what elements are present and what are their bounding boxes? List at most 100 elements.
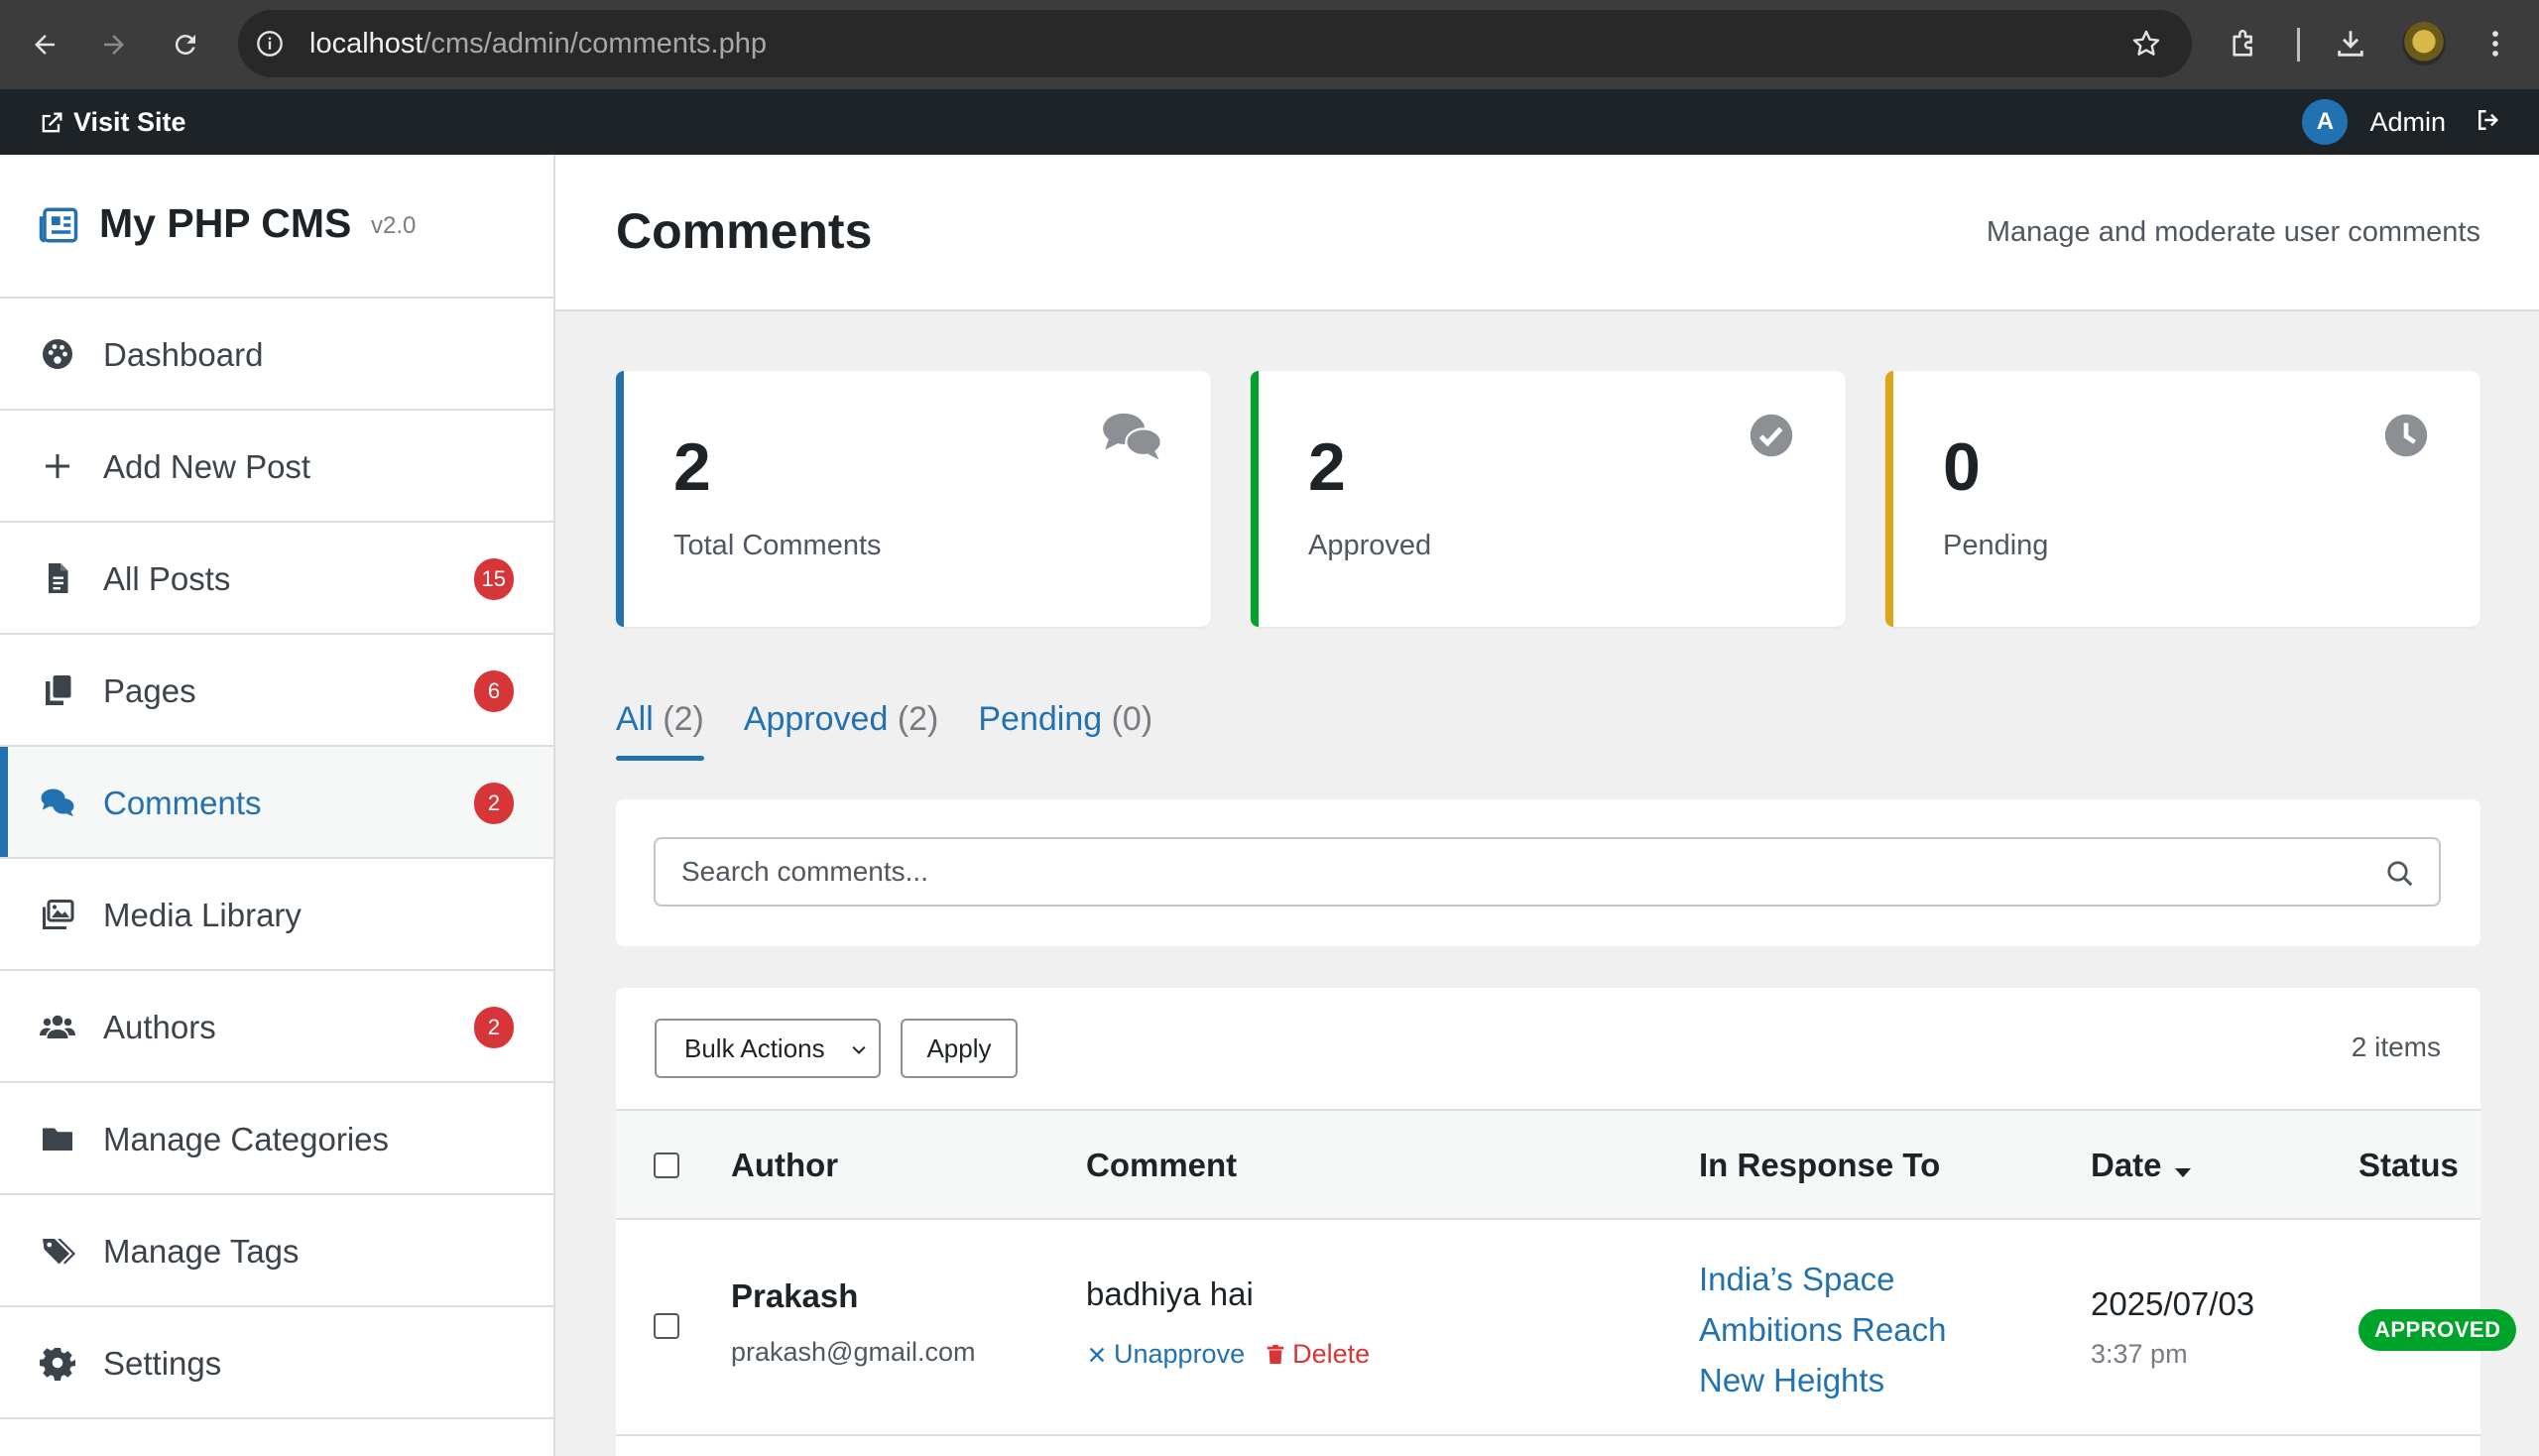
unapprove-label: Unapprove (1114, 1339, 1246, 1369)
sidebar-item-label: Manage Tags (103, 1233, 300, 1270)
reload-button[interactable] (163, 22, 208, 67)
unapprove-link[interactable]: Unapprove (1086, 1339, 1245, 1370)
stat-value: 0 (1943, 429, 1981, 505)
admin-user-name: Admin (2369, 106, 2446, 137)
filter-tabs: All (2) Approved (2) Pending (0) (616, 700, 1152, 761)
sidebar-item-label: Media Library (103, 897, 302, 933)
comment-text: badhiya hai (1086, 1275, 1254, 1312)
tab-approved[interactable]: Approved (2) (744, 700, 939, 760)
sidebar-item-label: Comments (103, 785, 262, 821)
tab-label: Approved (743, 700, 889, 738)
reload-icon (175, 35, 195, 56)
count-badge: 15 (473, 558, 514, 600)
select-all-checkbox[interactable] (654, 1153, 679, 1178)
sidebar-menu: Dashboard Add New Post All Posts 15 Page… (0, 299, 553, 1419)
sidebar-item-label: Dashboard (103, 336, 264, 373)
logout-icon[interactable] (2474, 105, 2503, 135)
brand: My PHP CMS v2.0 (0, 155, 553, 299)
stat-label: Approved (1308, 530, 1432, 561)
table-row: Prakash prakash@gmail.com badhiya hai Un… (616, 1220, 2517, 1436)
back-button[interactable] (22, 22, 67, 67)
sidebar-item-label: Pages (103, 672, 196, 709)
sidebar-item-label: Settings (103, 1345, 222, 1382)
tab-all[interactable]: All (2) (616, 700, 704, 761)
tab-label: All (616, 700, 654, 738)
avatar: A (2302, 99, 2349, 145)
comments-icon (1103, 413, 1162, 460)
url-host: localhost (309, 28, 423, 60)
clock-icon (2384, 414, 2428, 457)
visit-site-label: Visit Site (73, 107, 186, 137)
stat-card-approved: 2 Approved (1251, 371, 1846, 627)
row-checkbox[interactable] (654, 1313, 679, 1339)
sidebar-item-authors[interactable]: Authors 2 (0, 971, 553, 1083)
delete-link[interactable]: Delete (1265, 1339, 1370, 1370)
sidebar-item-pages[interactable]: Pages 6 (0, 635, 553, 747)
palette-icon (43, 339, 72, 369)
sidebar-item-label: Manage Categories (103, 1121, 390, 1157)
chevron-down-icon (852, 1045, 866, 1054)
sidebar-item-manage-categories[interactable]: Manage Categories (0, 1083, 553, 1195)
count-badge: 2 (474, 783, 514, 824)
brand-name: My PHP CMS (99, 200, 352, 246)
check-circle-icon (1750, 414, 1793, 457)
tab-count: (2) (897, 700, 939, 738)
gear-icon (40, 1348, 75, 1381)
stat-card-total: 2 Total Comments (616, 371, 1211, 627)
extensions-button[interactable] (2224, 22, 2267, 65)
sidebar: My PHP CMS v2.0 Dashboard Add New Post A… (0, 155, 555, 1456)
url-text: localhost/cms/admin/comments.php (309, 28, 767, 61)
comment-time: 3:37 pm (2091, 1339, 2188, 1369)
stat-value: 2 (673, 429, 711, 505)
column-header-date[interactable]: Date (2091, 1147, 2195, 1184)
sidebar-item-dashboard[interactable]: Dashboard (0, 299, 553, 411)
copy-icon (46, 675, 71, 705)
tab-pending[interactable]: Pending (0) (978, 700, 1152, 760)
profile-avatar[interactable] (2402, 22, 2446, 65)
sidebar-item-all-posts[interactable]: All Posts 15 (0, 523, 553, 635)
arrow-right-icon (104, 35, 124, 55)
column-header-date-label: Date (2091, 1147, 2162, 1183)
search-icon[interactable] (2385, 859, 2415, 889)
sidebar-item-media-library[interactable]: Media Library (0, 859, 553, 971)
site-info-icon[interactable] (256, 30, 284, 58)
count-badge: 6 (474, 670, 514, 712)
address-bar[interactable]: localhost/cms/admin/comments.php (238, 10, 2192, 77)
delete-label: Delete (1292, 1339, 1371, 1369)
sidebar-item-add-new-post[interactable]: Add New Post (0, 411, 553, 523)
star-icon[interactable] (2130, 28, 2162, 60)
file-icon (49, 563, 68, 593)
browser-menu-button[interactable] (2474, 22, 2517, 65)
column-header-author[interactable]: Author (731, 1147, 838, 1184)
bulk-actions-select[interactable]: Bulk Actions (655, 1019, 881, 1078)
sidebar-item-label: Add New Post (103, 448, 311, 485)
stat-accent-bar (616, 371, 624, 627)
tab-count: (0) (1111, 700, 1153, 738)
admin-user-menu[interactable]: A Admin (2302, 99, 2446, 145)
comments-icon (41, 789, 74, 817)
toolbar-divider (2297, 28, 2300, 61)
puzzle-icon (2233, 30, 2252, 57)
comment-date: 2025/07/03 (2091, 1285, 2255, 1322)
apply-button[interactable]: Apply (901, 1019, 1018, 1078)
stat-label: Pending (1943, 530, 2049, 561)
in-response-to-link[interactable]: India’s Space Ambitions Reach New Height… (1699, 1254, 1996, 1405)
sidebar-item-manage-tags[interactable]: Manage Tags (0, 1195, 553, 1307)
folder-icon (43, 1128, 72, 1151)
column-header-in-response-to: In Response To (1699, 1147, 1941, 1183)
downloads-button[interactable] (2329, 22, 2372, 65)
images-icon (43, 900, 74, 929)
forward-button[interactable] (91, 22, 137, 67)
tags-icon (43, 1239, 75, 1265)
sidebar-item-settings[interactable]: Settings (0, 1307, 553, 1419)
items-count: 2 items (2351, 1031, 2441, 1062)
visit-site-link[interactable]: Visit Site (38, 107, 186, 138)
stat-label: Total Comments (673, 530, 882, 561)
search-input[interactable] (654, 837, 2441, 907)
sidebar-item-label: Authors (103, 1009, 216, 1045)
sidebar-item-comments[interactable]: Comments 2 (0, 747, 553, 859)
search-card (616, 799, 2480, 946)
status-badge: APPROVED (2358, 1309, 2517, 1351)
close-icon (1089, 1347, 1105, 1362)
kebab-menu-icon (2492, 31, 2498, 57)
